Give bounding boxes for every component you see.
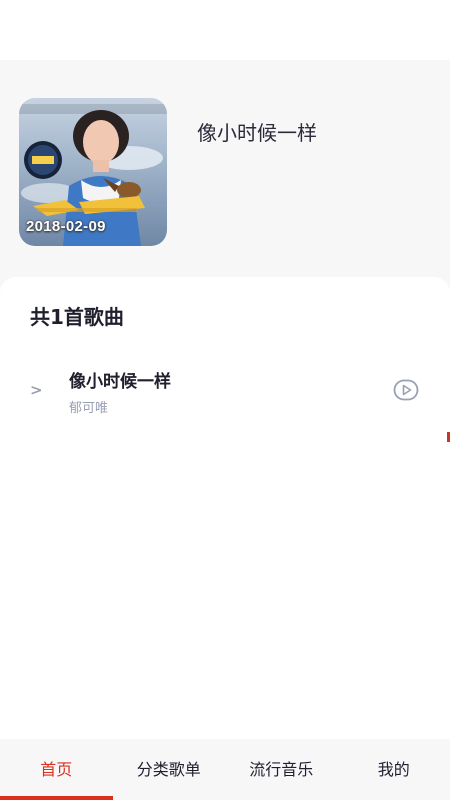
playlist-cover[interactable]: 2018-02-09 <box>19 98 167 246</box>
play-circle-icon[interactable] <box>393 379 419 401</box>
tab-category-playlists-label: 分类歌单 <box>136 760 201 779</box>
tab-category-playlists[interactable]: 分类歌单 <box>113 739 226 800</box>
playlist-title: 像小时候一样 <box>197 121 317 145</box>
tab-pop-music-label: 流行音乐 <box>249 760 314 779</box>
tab-home[interactable]: 首页 <box>0 739 113 800</box>
playlist-header: 2018-02-09 像小时候一样 <box>0 60 450 300</box>
bottom-tab-bar: 首页 分类歌单 流行音乐 我的 <box>0 739 450 800</box>
tab-mine-label: 我的 <box>377 760 410 779</box>
song-count-title: 共1首歌曲 <box>30 305 124 329</box>
tab-mine[interactable]: 我的 <box>338 739 450 800</box>
tab-pop-music[interactable]: 流行音乐 <box>225 739 338 800</box>
song-title: 像小时候一样 <box>69 372 171 392</box>
song-list-panel: 共1首歌曲 > 像小时候一样 郁可唯 <box>0 277 450 739</box>
chevron-right-icon: > <box>30 381 43 399</box>
cover-date-text: 2018-02-09 <box>26 218 106 235</box>
active-tab-indicator <box>0 796 113 800</box>
song-row[interactable]: > 像小时候一样 郁可唯 <box>0 359 450 423</box>
tab-home-label: 首页 <box>40 760 73 779</box>
song-artist: 郁可唯 <box>69 401 109 416</box>
playlist-page: 2018-02-09 像小时候一样 共1首歌曲 > 像小时候一样 郁可唯 首页 … <box>0 0 450 800</box>
top-bar <box>0 0 450 60</box>
